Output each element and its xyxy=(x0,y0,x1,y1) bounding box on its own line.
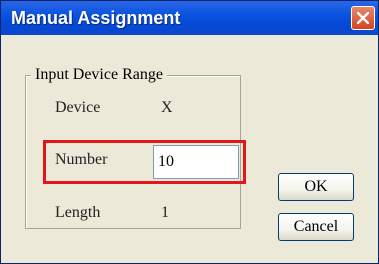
group-legend: Input Device Range xyxy=(31,66,167,84)
dialog-title: Manual Assignment xyxy=(11,8,181,28)
manual-assignment-dialog: Manual Assignment Input Device Range Dev… xyxy=(0,0,379,264)
title-bar[interactable]: Manual Assignment xyxy=(1,1,378,35)
ok-button[interactable]: OK xyxy=(278,173,354,201)
length-value: 1 xyxy=(161,204,169,221)
close-button[interactable] xyxy=(351,6,375,30)
device-value: X xyxy=(161,99,173,116)
device-label: Device xyxy=(55,99,101,116)
close-icon xyxy=(357,12,369,24)
length-label: Length xyxy=(55,204,101,221)
cancel-button[interactable]: Cancel xyxy=(278,213,354,241)
highlight-box xyxy=(43,140,246,184)
